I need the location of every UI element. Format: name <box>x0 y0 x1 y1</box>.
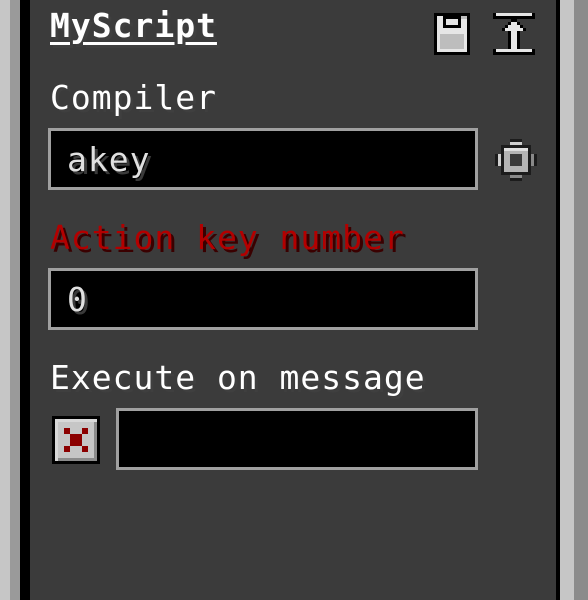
compiler-field[interactable]: akey <box>48 128 478 190</box>
window-left-border-dark <box>20 0 30 600</box>
execute-on-message-field[interactable] <box>116 408 478 470</box>
compiler-settings-button[interactable] <box>492 136 540 184</box>
script-editor-window: MyScript Compiler akey Action key number… <box>0 0 588 600</box>
execute-on-message-label: Execute on message <box>50 358 426 397</box>
gear-icon <box>495 139 537 181</box>
action-key-field[interactable]: 0 <box>48 268 478 330</box>
window-left-border <box>0 0 10 600</box>
save-button[interactable] <box>428 10 476 58</box>
checkbox-unchecked-icon <box>52 416 100 464</box>
compiler-field-value: akey <box>67 140 151 179</box>
action-key-field-value: 0 <box>67 280 88 319</box>
script-panel: MyScript Compiler akey Action key number… <box>30 0 556 600</box>
window-right-border-shade <box>574 0 588 600</box>
compiler-label: Compiler <box>50 78 217 117</box>
upload-button[interactable] <box>490 10 538 58</box>
upload-icon <box>493 13 535 55</box>
action-key-label: Action key number <box>50 218 405 257</box>
floppy-disk-icon <box>434 13 470 55</box>
script-title[interactable]: MyScript <box>50 6 217 45</box>
execute-on-message-checkbox[interactable] <box>52 416 100 464</box>
